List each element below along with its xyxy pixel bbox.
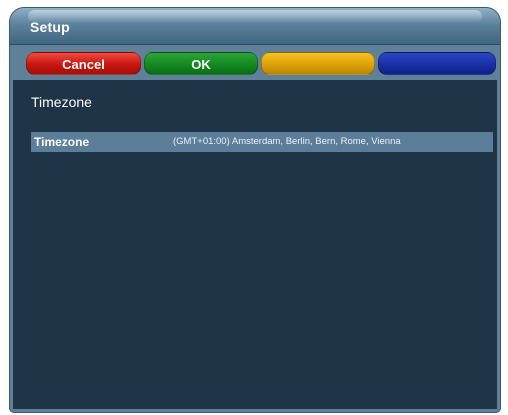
settings-panel: Timezone Timezone (GMT+01:00) Amsterdam,… (13, 80, 497, 409)
color-button-bar: Cancel OK (26, 52, 496, 76)
title-bar: Setup (10, 8, 500, 45)
timezone-label: Timezone (34, 135, 90, 149)
ok-button[interactable]: OK (144, 52, 258, 75)
timezone-setting-row[interactable]: Timezone (GMT+01:00) Amsterdam, Berlin, … (31, 132, 493, 152)
yellow-button[interactable] (261, 52, 375, 75)
timezone-value[interactable]: (GMT+01:00) Amsterdam, Berlin, Bern, Rom… (173, 136, 493, 147)
section-heading: Timezone (31, 94, 92, 110)
window-title: Setup (30, 19, 70, 35)
cancel-button[interactable]: Cancel (26, 52, 141, 75)
blue-button[interactable] (378, 52, 496, 75)
setup-window: Setup Cancel OK Timezone Timezone (GMT+0… (10, 8, 500, 412)
